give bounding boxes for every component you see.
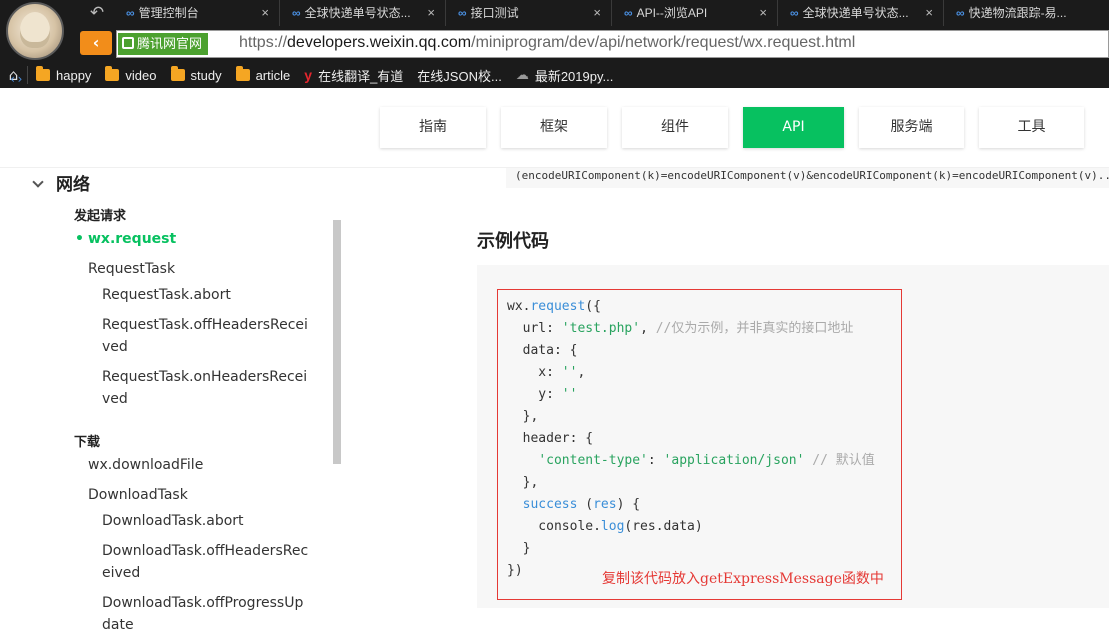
- tab-strip: ∞ 管理控制台 × ∞ 全球快递单号状态... × ∞ 接口测试 × ∞ API--浏览…: [114, 0, 1109, 26]
- sidebar-item-downloadtask[interactable]: DownloadTask: [88, 484, 188, 506]
- url-text[interactable]: https://developers.weixin.qq.com/minipro…: [239, 34, 855, 52]
- sidebar-scrollbar[interactable]: [333, 220, 341, 464]
- sidebar-item-wx-request[interactable]: wx.request: [75, 228, 176, 250]
- profile-avatar[interactable]: [6, 2, 64, 60]
- code-text: wx.request({ url: 'test.php', //仅为示例，并非真…: [507, 299, 875, 578]
- nav-api[interactable]: API: [743, 107, 844, 148]
- api-sidebar: 网络 发起请求 wx.request RequestTask RequestTa…: [0, 168, 342, 642]
- nav-tools[interactable]: 工具: [979, 107, 1084, 148]
- folder-icon: [170, 66, 185, 81]
- navigation-bar: ‹ 腾讯网官网 https://developers.weixin.qq.com…: [76, 29, 1109, 59]
- tab-browse-api[interactable]: ∞ API--浏览API ×: [612, 0, 778, 26]
- bookmark-python[interactable]: ☁ 最新2019py...: [516, 66, 614, 85]
- address-bar[interactable]: 腾讯网官网 https://developers.weixin.qq.com/m…: [116, 30, 1109, 58]
- link-icon: ∞: [956, 6, 965, 20]
- folder-icon: [105, 66, 120, 81]
- ghost-icon: ☁: [515, 67, 529, 82]
- link-icon: ∞: [458, 6, 467, 20]
- sidebar-item-wx-downloadfile[interactable]: wx.downloadFile: [88, 454, 203, 476]
- back-button[interactable]: ‹: [80, 31, 112, 55]
- page-header: 指南 框架 组件 API 服务端 工具: [0, 88, 1109, 168]
- close-icon[interactable]: ×: [925, 0, 933, 26]
- tab-console[interactable]: ∞ 管理控制台 ×: [114, 0, 280, 26]
- code-block: wx.request({ url: 'test.php', //仅为示例，并非真…: [477, 265, 1109, 608]
- sidebar-section-network[interactable]: 网络: [32, 170, 90, 195]
- tab-api-test[interactable]: ∞ 接口测试 ×: [446, 0, 612, 26]
- bookmark-video[interactable]: video: [105, 66, 157, 83]
- bookmark-youdao[interactable]: y 在线翻译_有道: [304, 66, 403, 85]
- browser-chrome: ↶ ∞ 管理控制台 × ∞ 全球快递单号状态... × ∞ 接口测试 × ∞ API--…: [0, 0, 1109, 88]
- nav-framework[interactable]: 框架: [501, 107, 607, 148]
- sidebar-item-downloadtask-offprogress[interactable]: DownloadTask.offProgressUp date: [102, 592, 303, 636]
- bookmarks-bar: ⌂ happy video study article y 在线翻译_有道 ‹› 在…: [0, 62, 1109, 88]
- top-navigation: 指南 框架 组件 API 服务端 工具: [380, 107, 1099, 148]
- tab-express-status-1[interactable]: ∞ 全球快递单号状态... ×: [280, 0, 446, 26]
- folder-icon: [235, 66, 250, 81]
- section-heading-example: 示例代码: [477, 231, 549, 252]
- tab-express-tracking[interactable]: ∞ 快递物流跟踪-易...: [944, 0, 1109, 26]
- folder-icon: [36, 66, 50, 81]
- highlight-frame: wx.request({ url: 'test.php', //仅为示例，并非真…: [497, 289, 902, 600]
- sidebar-group-request: 发起请求: [74, 209, 127, 224]
- sidebar-item-requesttask-onheaders[interactable]: RequestTask.onHeadersRecei ved: [102, 366, 307, 410]
- sidebar-item-requesttask-offheaders[interactable]: RequestTask.offHeadersRecei ved: [102, 314, 308, 358]
- code-icon: ‹›: [9, 72, 24, 86]
- close-icon[interactable]: ×: [427, 0, 435, 26]
- bookmark-article[interactable]: article: [235, 66, 290, 83]
- bookmark-json[interactable]: ‹› 在线JSON校...: [9, 66, 502, 87]
- link-icon: ∞: [126, 6, 135, 20]
- link-icon: ∞: [292, 6, 301, 20]
- nav-guide[interactable]: 指南: [380, 107, 486, 148]
- close-icon[interactable]: ×: [759, 0, 767, 26]
- sidebar-group-download: 下载: [74, 435, 101, 450]
- close-icon[interactable]: ×: [593, 0, 601, 26]
- nav-components[interactable]: 组件: [622, 107, 728, 148]
- bookmark-study[interactable]: study: [170, 66, 222, 83]
- shield-icon: [122, 37, 134, 49]
- close-icon[interactable]: ×: [261, 0, 269, 26]
- youdao-icon: y: [304, 67, 313, 83]
- link-icon: ∞: [624, 6, 633, 20]
- nav-server[interactable]: 服务端: [859, 107, 964, 148]
- code-snippet-top: (encodeURIComponent(k)=encodeURIComponen…: [506, 168, 1109, 188]
- main-content: (encodeURIComponent(k)=encodeURIComponen…: [477, 168, 1109, 642]
- sidebar-item-requesttask-abort[interactable]: RequestTask.abort: [102, 284, 231, 306]
- chevron-down-icon: [32, 176, 44, 188]
- link-icon: ∞: [790, 6, 799, 20]
- sidebar-item-downloadtask-offheaders[interactable]: DownloadTask.offHeadersRec eived: [102, 540, 308, 584]
- annotation-note: 复制该代码放入getExpressMessage函数中: [602, 571, 884, 587]
- sidebar-item-requesttask[interactable]: RequestTask: [88, 258, 175, 280]
- undo-tab-icon[interactable]: ↶: [82, 2, 112, 24]
- sidebar-item-downloadtask-abort[interactable]: DownloadTask.abort: [102, 510, 244, 532]
- site-identity-badge[interactable]: 腾讯网官网: [118, 33, 209, 55]
- tab-express-status-2[interactable]: ∞ 全球快递单号状态... ×: [778, 0, 944, 26]
- bookmark-happy[interactable]: happy: [36, 66, 91, 83]
